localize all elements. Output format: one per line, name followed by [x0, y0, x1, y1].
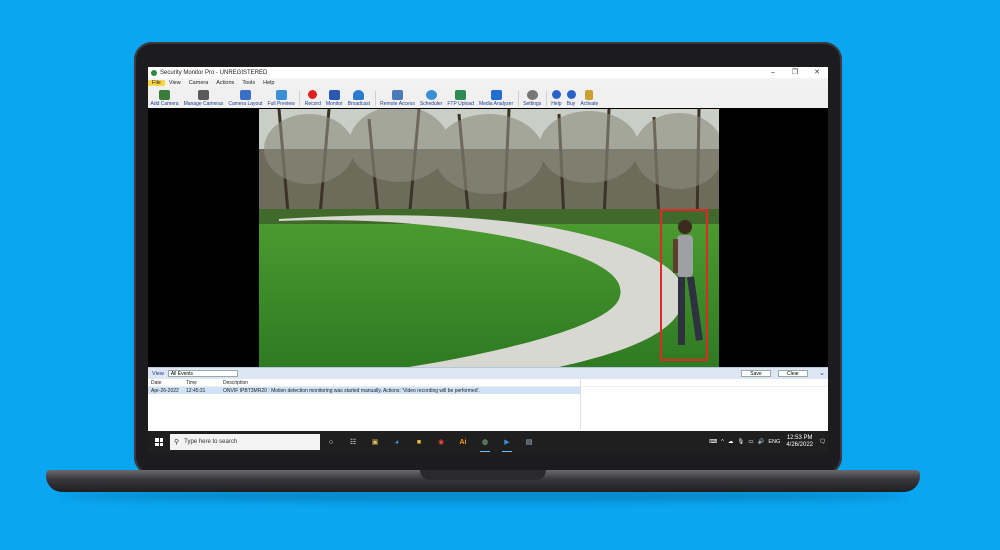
manage-cameras-button[interactable]: Manage Cameras: [181, 90, 226, 108]
search-icon: ⚲: [174, 439, 180, 446]
event-date: Apr-26-2022: [151, 387, 179, 394]
event-description: ONVIF IPBT3MR20 : Motion detection monit…: [223, 387, 480, 394]
toolbar-separator: [517, 91, 519, 106]
language-indicator[interactable]: ENG: [768, 439, 780, 445]
toolbar-separator: [545, 91, 547, 106]
notifications-icon[interactable]: 🗨: [819, 439, 826, 445]
cloud-icon[interactable]: ☁: [728, 439, 734, 445]
search-placeholder: Type here to search: [184, 439, 238, 445]
scheduler-icon: [425, 90, 437, 100]
events-table-header: Date Time Description: [148, 379, 828, 387]
screen: Security Monitor Pro - UNREGISTERED – ❐ …: [148, 67, 828, 453]
menu-tools[interactable]: Tools: [238, 80, 259, 86]
security-monitor-icon[interactable]: ◍: [478, 435, 492, 452]
ftp-upload-icon: [455, 90, 467, 100]
toolbar-separator: [299, 91, 301, 106]
folder-icon[interactable]: ■: [412, 435, 426, 449]
clock-date: 4/26/2022: [786, 442, 814, 448]
toolbar: Add Camera Manage Cameras Camera Layout …: [148, 87, 828, 109]
illustrator-icon[interactable]: Ai: [456, 435, 470, 449]
windows-logo-icon: [155, 438, 163, 446]
record-icon: [308, 90, 318, 99]
menu-actions[interactable]: Actions: [212, 80, 238, 86]
menu-camera[interactable]: Camera: [185, 80, 213, 86]
save-button[interactable]: Save: [741, 370, 771, 377]
full-preview-icon: [275, 90, 287, 100]
table-row[interactable]: Apr-26-2022 12:45:31 ONVIF IPBT3MR20 : M…: [148, 387, 580, 394]
close-button[interactable]: ✕: [806, 67, 828, 78]
network-icon[interactable]: ▭: [748, 439, 753, 445]
toolbar-separator: [374, 91, 376, 106]
add-camera-button[interactable]: Add Camera: [148, 90, 181, 108]
maximize-button[interactable]: ❐: [784, 67, 806, 78]
volume-icon[interactable]: 🔊: [758, 439, 765, 445]
laptop-notch: [420, 470, 546, 480]
person: [673, 220, 703, 345]
column-time[interactable]: Time: [186, 380, 223, 386]
taskbar-search[interactable]: ⚲ Type here to search: [170, 434, 320, 450]
column-description[interactable]: Description: [223, 380, 828, 386]
help-icon: [551, 90, 561, 99]
column-divider: [580, 379, 581, 429]
broadcast-button[interactable]: Broadcast: [345, 90, 373, 108]
monitor-button[interactable]: Monitor: [323, 90, 345, 108]
events-filter-select[interactable]: All Events: [167, 370, 238, 377]
clock[interactable]: 12:53 PM 4/26/2022: [786, 435, 813, 449]
camera-view[interactable]: [148, 108, 828, 367]
file-explorer-icon[interactable]: ▣: [368, 435, 382, 449]
activate-button[interactable]: Activate: [578, 90, 601, 108]
settings-icon: [526, 90, 538, 100]
scheduler-button[interactable]: Scheduler: [417, 90, 445, 108]
title-bar: Security Monitor Pro - UNREGISTERED – ❐ …: [148, 67, 828, 78]
help-button[interactable]: Help: [549, 90, 564, 108]
edge-icon[interactable]: ◕: [390, 435, 404, 449]
clear-button[interactable]: Clear: [778, 370, 808, 377]
clock-time: 12:53 PM: [786, 435, 813, 441]
manage-cameras-icon: [197, 90, 209, 100]
system-tray: ⌨ ^ ☁ 🎙 ▭ 🔊 ENG 12:53 PM 4/26/2022 🗨: [707, 431, 828, 453]
start-button[interactable]: [148, 431, 170, 453]
ftp-upload-button[interactable]: FTP Upload: [445, 90, 477, 108]
broadcast-icon: [353, 90, 365, 100]
activate-icon: [585, 90, 594, 100]
window-title: Security Monitor Pro - UNREGISTERED: [160, 69, 268, 76]
motion-detection-box: [660, 209, 708, 361]
media-player-icon[interactable]: ▶: [500, 435, 514, 452]
chrome-icon[interactable]: ◉: [434, 435, 448, 449]
settings-button[interactable]: Settings: [521, 90, 544, 108]
task-view-icon[interactable]: ○: [324, 435, 338, 449]
buy-icon: [566, 90, 576, 99]
widgets-icon[interactable]: ☷: [346, 435, 360, 449]
minimize-button[interactable]: –: [762, 67, 784, 78]
buy-button[interactable]: Buy: [564, 90, 578, 108]
camera-feed: [259, 109, 719, 367]
add-camera-icon: [159, 90, 171, 100]
events-table: Date Time Description Apr-26-2022 12:45:…: [148, 379, 828, 431]
record-button[interactable]: Record: [302, 90, 323, 108]
microphone-icon[interactable]: 🎙: [737, 439, 744, 445]
collapse-icon[interactable]: ⌄: [819, 369, 825, 377]
menu-view[interactable]: View: [165, 80, 185, 86]
keyboard-icon[interactable]: ⌨: [709, 439, 717, 445]
full-preview-button[interactable]: Full Preview: [265, 90, 297, 108]
menu-help[interactable]: Help: [259, 80, 278, 86]
remote-access-icon: [391, 90, 403, 100]
chevron-up-icon[interactable]: ^: [721, 439, 724, 445]
menu-file[interactable]: File: [148, 79, 165, 86]
media-analyzer-icon: [490, 90, 502, 100]
menu-bar: File View Camera Actions Tools Help: [148, 78, 828, 87]
remote-access-button[interactable]: Remote Access: [378, 90, 418, 108]
camera-layout-button[interactable]: Camera Layout: [226, 90, 265, 108]
app-icon: [151, 69, 157, 76]
camera-layout-icon: [239, 90, 251, 100]
events-view-label: View: [152, 370, 164, 377]
event-time: 12:45:31: [186, 387, 206, 394]
monitor-icon: [328, 90, 340, 100]
column-date[interactable]: Date: [148, 380, 186, 386]
taskbar: ⚲ Type here to search ○ ☷ ▣ ◕ ■ ◉ Ai ◍ ▶…: [148, 431, 828, 453]
media-analyzer-button[interactable]: Media Analyzer: [476, 90, 515, 108]
files-icon[interactable]: ▤: [522, 435, 536, 449]
